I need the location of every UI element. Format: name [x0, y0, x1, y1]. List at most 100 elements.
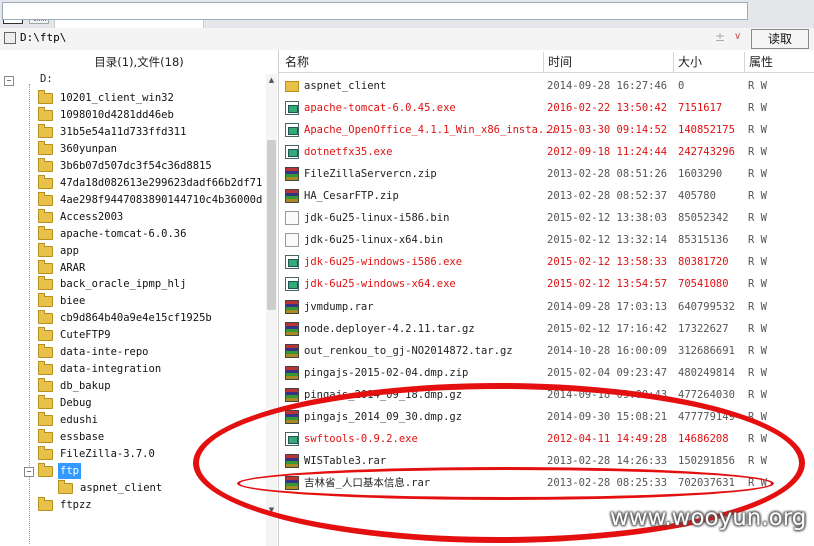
column-header-name[interactable]: 名称: [285, 52, 309, 72]
file-size: 80381720: [678, 256, 729, 269]
file-time: 2012-09-18 11:24:44: [547, 146, 668, 159]
tree-folder-label: db_bakup: [60, 380, 111, 393]
file-attr: R W: [748, 234, 767, 247]
folder-icon: [38, 293, 53, 308]
column-divider[interactable]: [673, 52, 674, 72]
folder-icon: [38, 344, 53, 359]
highlight-underline-oval: [237, 467, 774, 500]
archive-icon: [285, 299, 299, 314]
watermark: www.wooyun.org: [610, 505, 807, 531]
column-divider[interactable]: [744, 52, 745, 72]
file-time: 2014-09-28 16:27:46: [547, 80, 668, 92]
tree-root-toggle[interactable]: −: [4, 76, 14, 86]
archive-icon: [285, 387, 299, 402]
drive-icon: [4, 32, 16, 44]
tree-folder-label: 4ae298f9447083890144710c4b36000d: [60, 193, 263, 206]
tree-folder-label: FileZilla-3.7.0: [60, 447, 155, 460]
file-size: 7151617: [678, 102, 723, 115]
file-icon: [285, 211, 299, 226]
file-row[interactable]: aspnet_client 2014-09-28 16:27:46 0 R W: [282, 75, 814, 97]
tree-folder-label: CuteFTP9: [60, 329, 111, 342]
file-name: jdk-6u25-linux-i586.bin: [304, 212, 450, 225]
exe-icon: [285, 123, 299, 138]
file-row[interactable]: HA_CesarFTP.zip 2013-02-28 08:52:37 405780…: [282, 185, 814, 207]
tree-folder-label: ftpzz: [60, 498, 92, 511]
file-row[interactable]: pingajs-2015-02-04.dmp.zip 2015-02-04 09:…: [282, 362, 814, 384]
column-header-attr[interactable]: 属性: [749, 52, 773, 72]
file-time: 2015-03-30 09:14:52: [547, 124, 668, 137]
file-row[interactable]: FileZillaServercn.zip 2013-02-28 08:51:26…: [282, 163, 814, 185]
tree-root-label[interactable]: D:: [40, 73, 53, 85]
file-size: 70541080: [678, 278, 729, 291]
file-attr: R W: [748, 168, 767, 181]
file-row[interactable]: jdk-6u25-windows-i586.exe 2015-02-12 13:5…: [282, 251, 814, 273]
file-row[interactable]: jdk-6u25-linux-x64.bin 2015-02-12 13:32:1…: [282, 229, 814, 251]
file-row[interactable]: apache-tomcat-6.0.45.exe 2016-02-22 13:50…: [282, 97, 814, 119]
file-time: 2016-02-22 13:50:42: [547, 102, 668, 115]
file-name: jvmdump.rar: [304, 300, 374, 313]
tree-folder-label: Debug: [60, 397, 92, 410]
read-button[interactable]: 读取: [751, 29, 809, 49]
tree-folder-label: ftp: [58, 462, 81, 479]
file-row[interactable]: node.deployer-4.2.11.tar.gz 2015-02-12 17…: [282, 318, 814, 340]
file-time: 2015-02-12 17:16:42: [547, 322, 668, 335]
file-time: 2014-09-28 17:03:13: [547, 300, 668, 313]
header-divider: [279, 72, 814, 73]
file-row[interactable]: Apache_OpenOffice_4.1.1_Win_x86_insta...…: [282, 119, 814, 141]
tree-folder-label: 360yunpan: [60, 142, 117, 155]
folder-icon: [285, 81, 299, 92]
file-row[interactable]: jvmdump.rar 2014-09-28 17:03:13 640799532 R…: [282, 296, 814, 318]
file-name: HA_CesarFTP.zip: [304, 190, 399, 203]
column-divider[interactable]: [543, 52, 544, 72]
folder-icon: [38, 276, 53, 291]
exe-icon: [285, 277, 299, 292]
file-size: 85315136: [678, 234, 729, 247]
file-attr: R W: [748, 102, 767, 115]
chevron-down-icon[interactable]: ∨: [734, 31, 741, 42]
file-attr: R W: [748, 256, 767, 269]
address-path[interactable]: D:\ftp\: [20, 31, 66, 44]
file-time: 2014-10-28 16:00:09: [547, 344, 668, 357]
tree-folder-label: 47da18d082613e299623dadf66b2df71: [60, 176, 263, 189]
file-name: jdk-6u25-linux-x64.bin: [304, 234, 444, 247]
file-time: 2015-02-12 13:58:33: [547, 256, 668, 269]
file-row[interactable]: jdk-6u25-windows-x64.exe 2015-02-12 13:54…: [282, 273, 814, 295]
folder-icon: [38, 327, 53, 342]
scroll-up-icon[interactable]: ▲: [267, 76, 276, 86]
folder-icon: [38, 445, 53, 460]
tree-ftp-toggle[interactable]: −: [24, 467, 34, 477]
file-attr: R W: [748, 344, 767, 357]
file-row[interactable]: dotnetfx35.exe 2012-09-18 11:24:44 2427432…: [282, 141, 814, 163]
scrollbar-thumb[interactable]: [267, 140, 276, 310]
file-name: node.deployer-4.2.11.tar.gz: [304, 322, 475, 335]
file-time: 2015-02-12 13:32:14: [547, 234, 668, 247]
file-size: 1603290: [678, 168, 723, 181]
file-name: FileZillaServercn.zip: [304, 168, 437, 181]
folder-icon: [38, 378, 53, 393]
file-row[interactable]: jdk-6u25-linux-i586.bin 2015-02-12 13:38:…: [282, 207, 814, 229]
archive-icon: [285, 365, 299, 380]
tree-folder-label: 3b6b07d507dc3f54c36d8815: [60, 159, 212, 172]
file-size: 0: [678, 80, 685, 92]
address-input[interactable]: [2, 2, 748, 20]
column-header-size[interactable]: 大小: [678, 52, 702, 72]
archive-icon: [285, 189, 299, 204]
folder-icon: [38, 496, 53, 511]
file-size: 85052342: [678, 212, 729, 225]
tree-folder-label: back_oracle_ipmp_hlj: [60, 278, 187, 291]
file-size: 242743296: [678, 146, 735, 159]
archive-icon: [285, 343, 299, 358]
tree-folder-label: edushi: [60, 414, 98, 427]
tree-folder-label: ARAR: [60, 261, 86, 274]
file-name: dotnetfx35.exe: [304, 146, 393, 159]
folder-icon: [38, 157, 53, 172]
address-bar: [0, 28, 814, 51]
file-icon: [285, 233, 299, 248]
file-attr: R W: [748, 124, 767, 137]
archive-icon: [285, 167, 299, 182]
column-header-time[interactable]: 时间: [548, 52, 572, 72]
file-row[interactable]: out_renkou_to_gj-NO2014872.tar.gz 2014-10…: [282, 340, 814, 362]
file-time: 2013-02-28 08:51:26: [547, 168, 668, 181]
folder-icon: [38, 395, 53, 410]
folder-icon: [38, 174, 53, 189]
